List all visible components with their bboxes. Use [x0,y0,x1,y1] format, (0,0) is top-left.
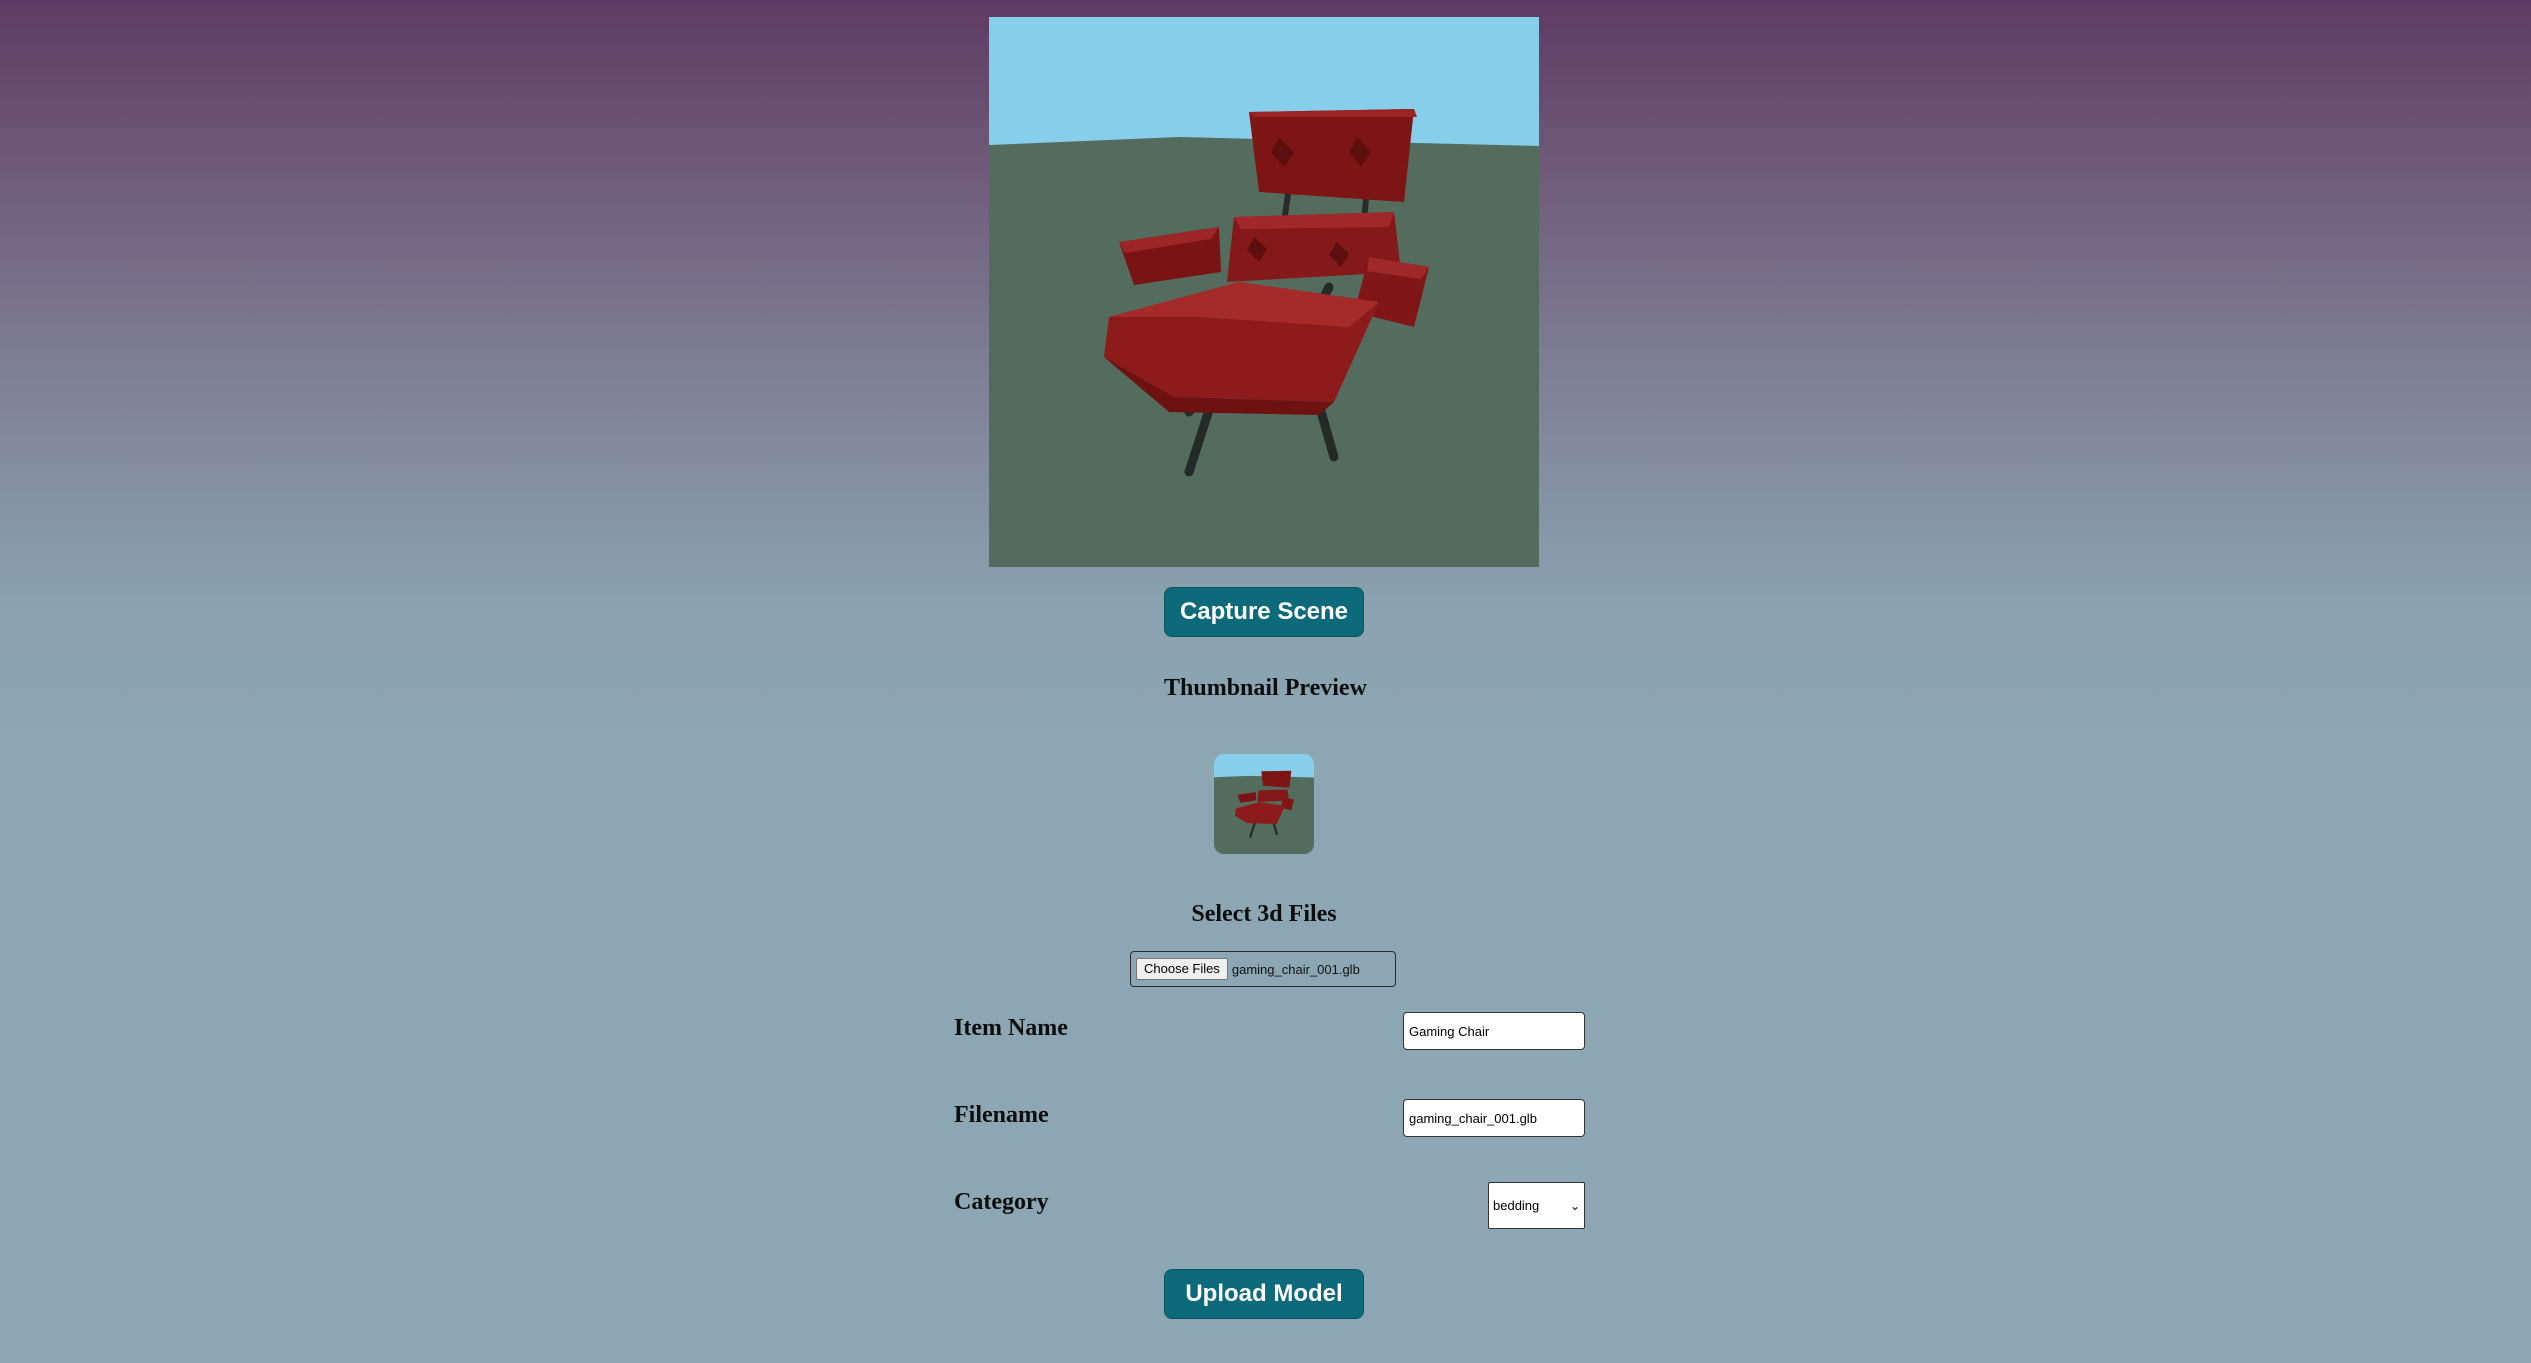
chevron-down-icon: ⌄ [1569,1198,1580,1213]
item-name-input[interactable]: Gaming Chair [1403,1012,1585,1050]
filename-label: Filename [954,1102,1049,1128]
upload-model-button[interactable]: Upload Model [1164,1269,1364,1319]
category-selected-value: bedding [1493,1198,1540,1213]
category-select[interactable]: bedding ⌄ [1488,1182,1585,1229]
item-name-label: Item Name [954,1015,1068,1041]
chair-render [989,17,1539,567]
file-input[interactable]: Choose Files gaming_chair_001.glb [1130,951,1396,987]
thumbnail-preview-image [1214,754,1314,854]
choose-files-button[interactable]: Choose Files [1136,958,1228,980]
3d-model-viewport[interactable] [989,17,1539,567]
chosen-file-name: gaming_chair_001.glb [1231,961,1360,977]
capture-scene-button[interactable]: Capture Scene [1164,587,1364,637]
category-label: Category [954,1189,1049,1215]
thumbnail-preview-heading: Thumbnail Preview [1164,675,1367,701]
filename-input[interactable]: gaming_chair_001.glb [1403,1099,1585,1137]
select-files-heading: Select 3d Files [1191,901,1337,927]
